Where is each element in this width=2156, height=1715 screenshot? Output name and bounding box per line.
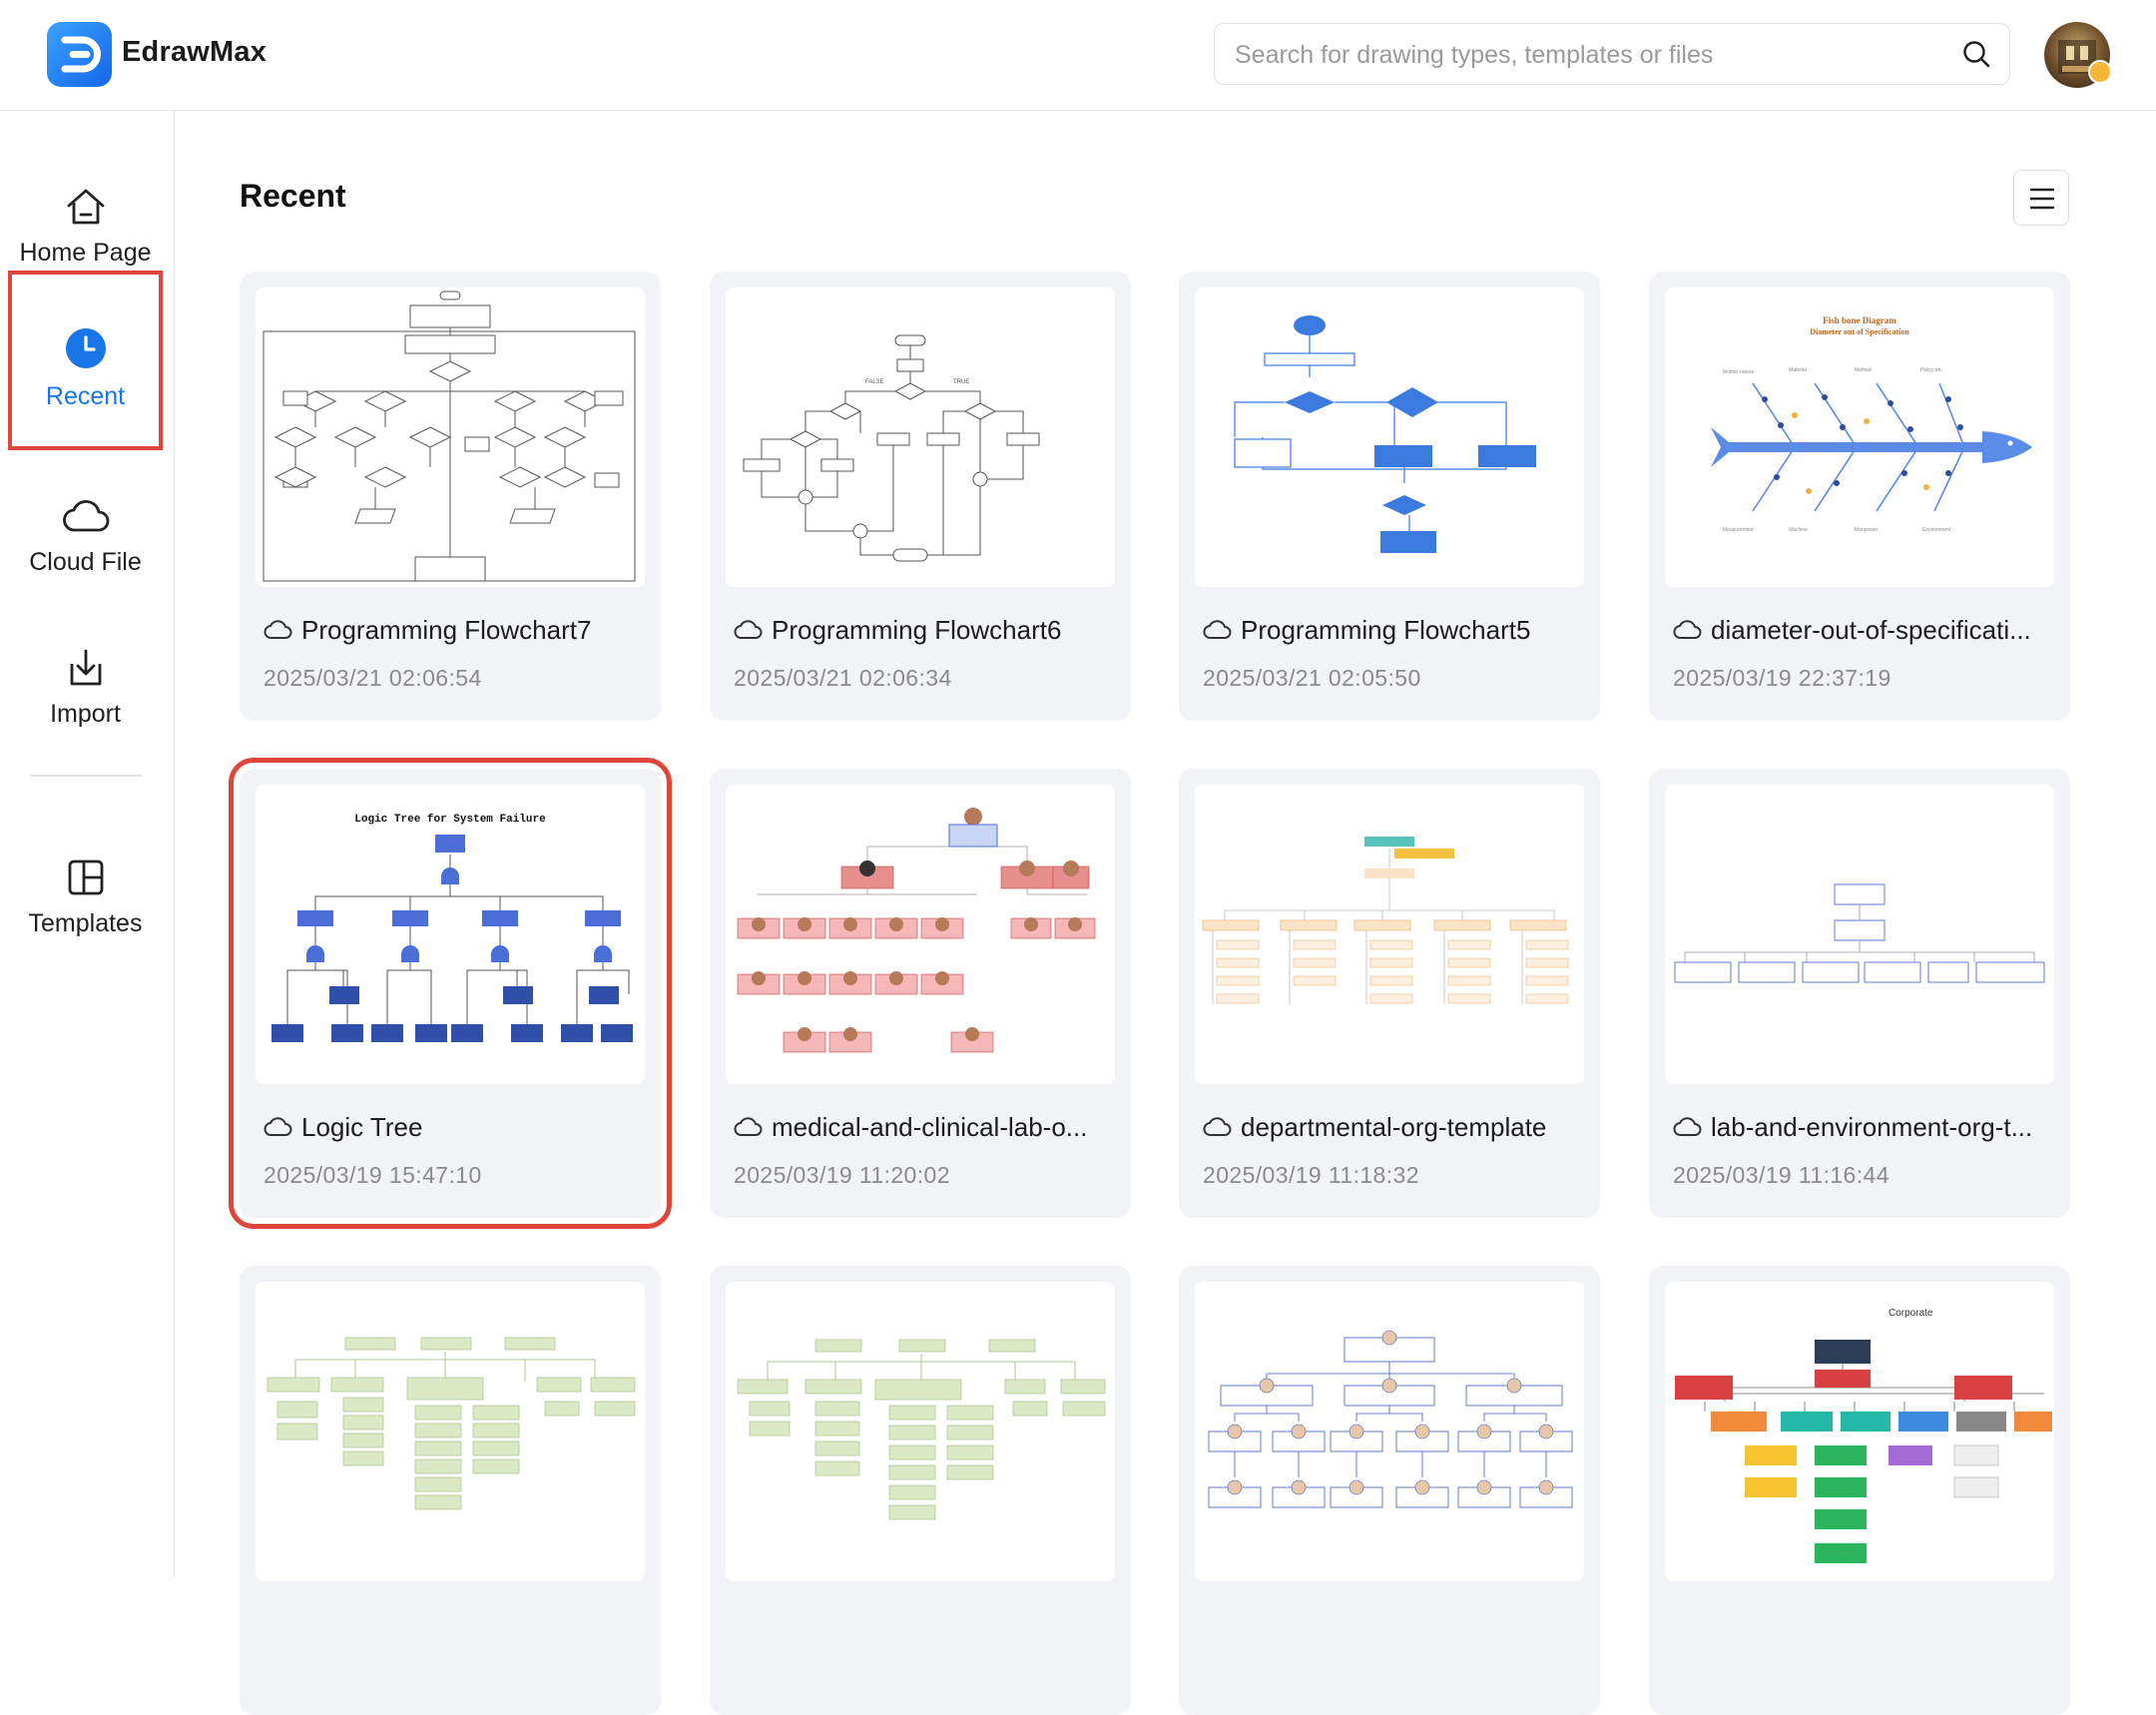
file-title: medical-and-clinical-lab-o... xyxy=(734,1108,1117,1146)
edrawmax-logo-icon[interactable] xyxy=(47,22,112,87)
file-date: 2025/03/19 15:47:10 xyxy=(264,1162,482,1188)
file-date: 2025/03/19 11:16:44 xyxy=(1673,1162,1889,1188)
file-card[interactable]: lab-and-environment-org-t... 2025/03/19 … xyxy=(1649,769,2070,1218)
file-card[interactable]: FALSE TRUE Programming Flowchart6 2025/0… xyxy=(710,272,1131,721)
file-card[interactable]: Fish bone Diagram Diameter out of Specif… xyxy=(1649,272,2070,721)
import-icon xyxy=(64,646,108,695)
cloud-icon xyxy=(734,620,763,639)
cloud-icon xyxy=(61,494,111,543)
sidebar-item-label: Templates xyxy=(28,909,143,937)
svg-text:Policy etc: Policy etc xyxy=(1920,367,1942,373)
file-card-logic-tree[interactable]: Logic Tree for System Failure Logic Tree… xyxy=(229,758,672,1229)
file-thumbnail: Corporate xyxy=(1665,1282,2054,1581)
file-date: 2025/03/19 11:18:32 xyxy=(1203,1162,1419,1188)
thumb-title: Fish bone Diagram xyxy=(1823,315,1896,325)
sidebar-divider xyxy=(30,775,142,777)
file-title: Programming Flowchart7 xyxy=(264,611,647,649)
sidebar-item-cloud-file[interactable]: Cloud File xyxy=(8,472,163,622)
cloud-icon xyxy=(734,1117,763,1136)
file-title: lab-and-environment-org-t... xyxy=(1673,1108,2056,1146)
file-card[interactable] xyxy=(240,1266,661,1715)
search-icon[interactable] xyxy=(1961,39,1991,74)
file-card[interactable]: Programming Flowchart7 2025/03/21 02:06:… xyxy=(240,272,661,721)
search-box[interactable] xyxy=(1214,23,2010,85)
file-thumbnail xyxy=(726,785,1115,1084)
page-title: Recent xyxy=(240,178,346,214)
sidebar-item-import[interactable]: Import xyxy=(8,624,163,774)
file-name: lab-and-environment-org-t... xyxy=(1711,1111,2033,1142)
file-name: diameter-out-of-specificati... xyxy=(1711,614,2031,645)
file-thumbnail xyxy=(1195,1282,1584,1581)
templates-icon xyxy=(64,856,108,904)
file-thumbnail xyxy=(256,287,645,587)
premium-badge-icon xyxy=(2088,60,2112,84)
avatar[interactable] xyxy=(2044,22,2112,88)
svg-text:Environment: Environment xyxy=(1922,527,1951,533)
file-title: departmental-org-template xyxy=(1203,1108,1586,1146)
svg-text:Machine: Machine xyxy=(1789,527,1808,533)
file-card[interactable]: Corporate xyxy=(1649,1266,2070,1715)
file-thumbnail: Fish bone Diagram Diameter out of Specif… xyxy=(1665,287,2054,587)
file-date: 2025/03/21 02:06:54 xyxy=(264,665,482,691)
file-card[interactable]: Programming Flowchart5 2025/03/21 02:05:… xyxy=(1179,272,1600,721)
cloud-icon xyxy=(1673,1117,1702,1136)
app-name: EdrawMax xyxy=(122,36,268,68)
cloud-icon xyxy=(264,620,292,639)
svg-text:Measurement: Measurement xyxy=(1723,527,1754,533)
file-name: medical-and-clinical-lab-o... xyxy=(772,1111,1088,1142)
cloud-icon xyxy=(1203,620,1232,639)
thumb-title: Logic Tree for System Failure xyxy=(354,814,546,826)
file-card[interactable]: medical-and-clinical-lab-o... 2025/03/19… xyxy=(710,769,1131,1218)
file-date: 2025/03/19 11:20:02 xyxy=(734,1162,950,1188)
file-thumbnail xyxy=(1195,785,1584,1084)
file-date: 2025/03/21 02:06:34 xyxy=(734,665,952,691)
cloud-icon xyxy=(1203,1117,1232,1136)
sidebar-item-label: Recent xyxy=(45,382,126,410)
svg-text:TRUE: TRUE xyxy=(953,379,969,385)
file-date: 2025/03/19 22:37:19 xyxy=(1673,665,1891,691)
sidebar-item-label: Cloud File xyxy=(29,548,142,576)
file-card[interactable] xyxy=(710,1266,1131,1715)
search-input[interactable] xyxy=(1233,36,1935,74)
file-thumbnail: Logic Tree for System Failure xyxy=(256,785,645,1084)
file-card[interactable] xyxy=(1179,1266,1600,1715)
home-icon xyxy=(64,185,108,234)
file-name: Programming Flowchart7 xyxy=(301,614,592,645)
file-name: Programming Flowchart6 xyxy=(772,614,1062,645)
clock-icon xyxy=(64,326,108,375)
svg-text:Mother nature: Mother nature xyxy=(1723,369,1754,375)
sidebar-item-recent[interactable]: Recent xyxy=(8,271,163,450)
file-thumbnail xyxy=(1665,785,2054,1084)
file-thumbnail: FALSE TRUE xyxy=(726,287,1115,587)
file-name: Logic Tree xyxy=(301,1111,423,1142)
top-bar: EdrawMax xyxy=(0,0,2156,111)
file-thumbnail xyxy=(256,1282,645,1581)
sidebar-item-templates[interactable]: Templates xyxy=(8,834,163,983)
file-title: diameter-out-of-specificati... xyxy=(1673,611,2056,649)
file-card[interactable]: departmental-org-template 2025/03/19 11:… xyxy=(1179,769,1600,1218)
cloud-icon xyxy=(1673,620,1702,639)
file-thumbnail xyxy=(1195,287,1584,587)
file-name: departmental-org-template xyxy=(1241,1111,1547,1142)
thumb-title: Corporate xyxy=(1888,1308,1933,1319)
view-toggle-button[interactable] xyxy=(2013,170,2069,226)
svg-text:Manpower: Manpower xyxy=(1855,527,1879,533)
cloud-icon xyxy=(264,1117,292,1136)
svg-text:Material: Material xyxy=(1789,367,1807,373)
file-title: Logic Tree xyxy=(264,1108,647,1146)
sidebar: Home Page Recent Cloud File Import Templ… xyxy=(0,111,175,1577)
svg-text:FALSE: FALSE xyxy=(865,379,884,385)
file-date: 2025/03/21 02:05:50 xyxy=(1203,665,1421,691)
sidebar-item-label: Home Page xyxy=(19,239,152,267)
svg-text:Method: Method xyxy=(1855,367,1872,373)
sidebar-item-label: Import xyxy=(50,700,121,728)
thumb-subtitle: Diameter out of Specification xyxy=(1810,327,1909,336)
list-view-icon xyxy=(2029,187,2055,216)
file-title: Programming Flowchart6 xyxy=(734,611,1117,649)
file-thumbnail xyxy=(726,1282,1115,1581)
file-title: Programming Flowchart5 xyxy=(1203,611,1586,649)
file-name: Programming Flowchart5 xyxy=(1241,614,1531,645)
